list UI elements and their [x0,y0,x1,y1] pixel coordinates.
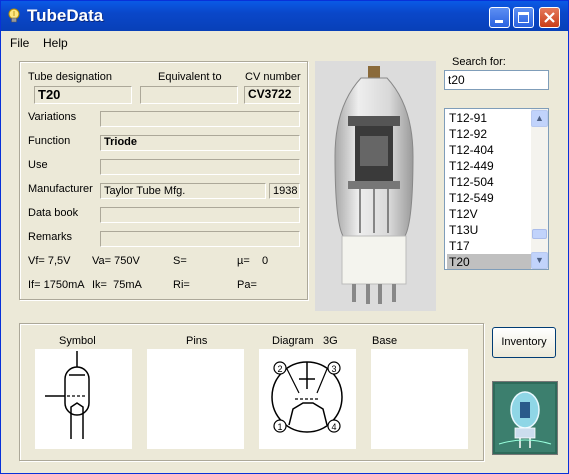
base-label: Base [372,335,398,347]
vacuum-tube-photo-graphic [334,66,414,304]
pin-number: 4 [331,422,336,432]
results-scrollbar[interactable]: ▲ ▼ [531,109,548,269]
tube-designation-label: Tube designation [28,71,112,83]
pa-value: Pa= [237,279,257,291]
search-label: Search for: [452,56,506,68]
pins-panel [147,349,244,449]
menu-bar: File Help [1,32,568,52]
pin-number: 3 [331,364,336,374]
s-value: S= [173,255,187,267]
diagram-code: 3G [323,335,338,347]
ri-value: Ri= [173,279,190,291]
scroll-thumb[interactable] [532,229,547,239]
mu-value: µ= 0 [237,255,269,267]
manufacturer-label: Manufacturer [28,183,93,195]
pin-number: 1 [277,422,282,432]
remarks-label: Remarks [28,231,73,243]
use-field[interactable] [100,159,300,175]
chevron-down-icon: ▼ [535,255,544,265]
if-value: If= 1750mA [28,279,85,291]
close-icon [544,12,555,23]
menu-file[interactable]: File [10,36,29,50]
pins-label: Pins [186,335,208,347]
minimize-button[interactable] [489,7,510,28]
scroll-down-button[interactable]: ▼ [531,252,548,269]
function-field[interactable]: Triode [100,135,300,151]
base-panel [371,349,468,449]
symbol-panel [35,349,132,449]
cv-number-label: CV number [245,71,301,83]
tube-designation-field[interactable]: T20 [34,86,132,104]
bulb-icon [8,8,20,23]
inventory-button[interactable]: Inventory [492,327,556,358]
close-button[interactable] [539,7,560,28]
databook-label: Data book [28,207,79,219]
app-window: TubeData File Help Tube designation Equi… [0,0,569,474]
vacuum-tube-photo [315,61,436,311]
minimize-icon [495,20,503,23]
va-value: Va= 750V [92,255,140,267]
scroll-up-button[interactable]: ▲ [531,110,548,127]
chevron-up-icon: ▲ [535,113,544,123]
year-field[interactable]: 1938 [269,183,300,199]
results-list[interactable]: T12-91 T12-92 T12-404 T12-449 T12-504 T1… [444,108,549,270]
remarks-field[interactable] [100,231,300,247]
maximize-button[interactable] [513,7,534,28]
cv-number-field[interactable]: CV3722 [244,86,300,104]
vf-value: Vf= 7,5V [28,255,71,267]
base-diagram-icon: 2 3 1 4 [271,361,343,433]
title-bar[interactable]: TubeData [1,1,568,31]
variations-label: Variations [28,111,77,123]
tube-logo-icon [492,381,558,455]
tube-logo-graphic [495,384,555,452]
maximize-icon [518,12,529,23]
diagram-label: Diagram [272,335,314,347]
databook-field[interactable] [100,207,300,223]
variations-field[interactable] [100,111,300,127]
equivalent-field[interactable] [140,86,238,104]
menu-help[interactable]: Help [43,36,68,50]
search-input[interactable]: t20 [444,70,549,90]
window-title: TubeData [27,6,104,25]
pin-number: 2 [277,364,282,374]
triode-symbol-icon [45,351,90,439]
ik-value: Ik= 75mA [92,279,142,291]
use-label: Use [28,159,48,171]
equivalent-label: Equivalent to [158,71,222,83]
manufacturer-field[interactable]: Taylor Tube Mfg. [100,183,266,199]
diagram-panel: 2 3 1 4 [259,349,356,449]
function-label: Function [28,135,71,147]
symbol-label: Symbol [59,335,96,347]
